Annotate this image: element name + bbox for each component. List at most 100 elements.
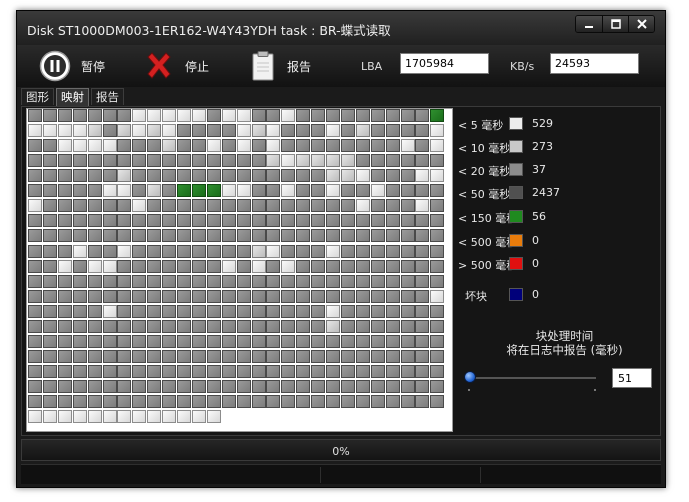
map-block bbox=[236, 334, 251, 348]
map-block bbox=[117, 184, 132, 198]
map-block bbox=[370, 319, 385, 333]
lba-field[interactable]: 1705984 bbox=[400, 53, 489, 74]
map-block bbox=[42, 379, 57, 393]
map-block bbox=[296, 154, 311, 168]
map-block bbox=[72, 109, 87, 122]
map-block bbox=[72, 410, 87, 423]
map-block bbox=[117, 154, 132, 168]
map-block bbox=[400, 394, 415, 408]
map-block bbox=[221, 244, 236, 258]
legend-label: < 50 毫秒 bbox=[458, 188, 511, 201]
map-block bbox=[415, 319, 430, 333]
map-block bbox=[206, 274, 221, 288]
map-block bbox=[177, 139, 191, 153]
map-block bbox=[370, 154, 385, 168]
map-block bbox=[251, 289, 266, 303]
map-block bbox=[162, 259, 177, 273]
map-block bbox=[42, 334, 57, 348]
map-block bbox=[281, 124, 296, 138]
minimize-button[interactable] bbox=[576, 16, 602, 32]
map-block bbox=[251, 184, 266, 198]
block-time-note-line1: 块处理时间 bbox=[535, 329, 594, 343]
map-block bbox=[370, 109, 385, 122]
map-block bbox=[281, 274, 296, 288]
map-block bbox=[147, 169, 162, 183]
map-block bbox=[72, 139, 87, 153]
map-block bbox=[355, 124, 370, 138]
tab-report[interactable]: 报告 bbox=[91, 88, 124, 105]
pause-label: 暂停 bbox=[81, 59, 106, 74]
map-block bbox=[42, 169, 57, 183]
map-block bbox=[42, 394, 57, 408]
map-block bbox=[281, 304, 296, 318]
map-block bbox=[281, 334, 296, 348]
map-block bbox=[28, 289, 42, 303]
report-button[interactable]: 报告 bbox=[249, 49, 311, 83]
map-block bbox=[72, 244, 87, 258]
map-block bbox=[72, 379, 87, 393]
map-block bbox=[132, 410, 147, 423]
map-block bbox=[102, 274, 117, 288]
map-block bbox=[370, 184, 385, 198]
map-block bbox=[117, 274, 132, 288]
map-block bbox=[191, 289, 206, 303]
map-block bbox=[42, 289, 57, 303]
speed-field[interactable]: 24593 bbox=[550, 53, 639, 74]
map-block bbox=[311, 394, 326, 408]
threshold-value-field[interactable]: 51 bbox=[612, 368, 652, 388]
map-block bbox=[117, 109, 132, 122]
map-block bbox=[415, 364, 430, 378]
map-block bbox=[42, 274, 57, 288]
map-block bbox=[206, 319, 221, 333]
map-block bbox=[102, 124, 117, 138]
map-block bbox=[236, 184, 251, 198]
tab-graph[interactable]: 图形 bbox=[21, 88, 54, 105]
map-block bbox=[326, 259, 340, 273]
map-block bbox=[311, 124, 326, 138]
title-bar[interactable]: Disk ST1000DM003-1ER162-W4Y43YDH task : … bbox=[17, 11, 665, 45]
map-block bbox=[57, 289, 72, 303]
map-block bbox=[57, 184, 72, 198]
map-block bbox=[191, 274, 206, 288]
lba-label: LBA bbox=[361, 60, 383, 73]
map-block bbox=[355, 394, 370, 408]
map-block bbox=[206, 304, 221, 318]
tab-map[interactable]: 映射 bbox=[56, 88, 89, 106]
map-block bbox=[236, 394, 251, 408]
map-block bbox=[251, 214, 266, 228]
map-block bbox=[236, 229, 251, 243]
map-block bbox=[400, 349, 415, 363]
map-block bbox=[206, 259, 221, 273]
map-block bbox=[400, 184, 415, 198]
map-block bbox=[42, 229, 57, 243]
legend-row-lt5: < 5 毫秒 529 bbox=[458, 116, 658, 132]
map-block bbox=[281, 154, 296, 168]
close-button[interactable] bbox=[628, 16, 654, 32]
map-block bbox=[355, 289, 370, 303]
map-block bbox=[266, 259, 281, 273]
map-block bbox=[370, 334, 385, 348]
map-block bbox=[370, 244, 385, 258]
map-block bbox=[236, 199, 251, 213]
map-block bbox=[177, 199, 191, 213]
map-block bbox=[370, 199, 385, 213]
map-block bbox=[370, 379, 385, 393]
threshold-slider-handle[interactable] bbox=[464, 371, 476, 383]
map-block bbox=[87, 289, 102, 303]
map-block bbox=[132, 364, 147, 378]
map-block bbox=[340, 379, 355, 393]
stop-button[interactable]: 停止 bbox=[143, 49, 209, 83]
pause-button[interactable]: 暂停 bbox=[39, 49, 105, 83]
map-block bbox=[296, 229, 311, 243]
map-block bbox=[311, 364, 326, 378]
map-block bbox=[236, 154, 251, 168]
maximize-button[interactable] bbox=[602, 16, 628, 32]
map-block bbox=[206, 184, 221, 198]
map-block bbox=[281, 139, 296, 153]
map-block bbox=[221, 364, 236, 378]
map-block bbox=[266, 199, 281, 213]
map-block bbox=[102, 319, 117, 333]
map-block bbox=[355, 214, 370, 228]
map-block bbox=[311, 109, 326, 122]
threshold-slider-track[interactable] bbox=[470, 377, 596, 379]
